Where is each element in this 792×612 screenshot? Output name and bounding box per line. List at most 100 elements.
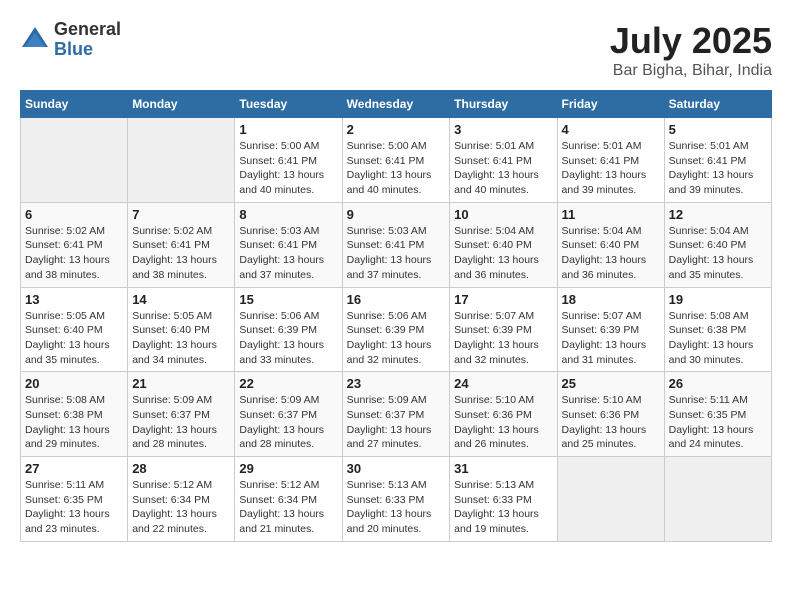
day-number: 10: [454, 207, 552, 222]
week-row-0: 1 Sunrise: 5:00 AMSunset: 6:41 PMDaylight…: [21, 118, 772, 203]
day-info: Sunrise: 5:11 AMSunset: 6:35 PMDaylight:…: [25, 478, 123, 537]
day-info: Sunrise: 5:05 AMSunset: 6:40 PMDaylight:…: [132, 309, 230, 368]
calendar-cell: 7 Sunrise: 5:02 AMSunset: 6:41 PMDaylight…: [128, 202, 235, 287]
day-info: Sunrise: 5:07 AMSunset: 6:39 PMDaylight:…: [454, 309, 552, 368]
header-cell-wednesday: Wednesday: [342, 91, 450, 118]
day-info: Sunrise: 5:12 AMSunset: 6:34 PMDaylight:…: [239, 478, 337, 537]
day-number: 25: [562, 376, 660, 391]
day-number: 14: [132, 292, 230, 307]
header-cell-thursday: Thursday: [450, 91, 557, 118]
day-number: 31: [454, 461, 552, 476]
calendar-cell: 26Sunrise: 5:11 AMSunset: 6:35 PMDayligh…: [664, 372, 771, 457]
day-info: Sunrise: 5:08 AMSunset: 6:38 PMDaylight:…: [25, 393, 123, 452]
calendar-cell: 8 Sunrise: 5:03 AMSunset: 6:41 PMDaylight…: [235, 202, 342, 287]
calendar-cell: 28 Sunrise: 5:12 AMSunset: 6:34 PMDayligh…: [128, 457, 235, 542]
calendar-cell: 6Sunrise: 5:02 AMSunset: 6:41 PMDaylight…: [21, 202, 128, 287]
week-row-4: 27Sunrise: 5:11 AMSunset: 6:35 PMDayligh…: [21, 457, 772, 542]
day-info: Sunrise: 5:04 AMSunset: 6:40 PMDaylight:…: [562, 224, 660, 283]
day-info: Sunrise: 5:01 AMSunset: 6:41 PMDaylight:…: [454, 139, 552, 198]
header-row: SundayMondayTuesdayWednesdayThursdayFrid…: [21, 91, 772, 118]
title-area: July 2025 Bar Bigha, Bihar, India: [610, 20, 772, 80]
day-info: Sunrise: 5:00 AMSunset: 6:41 PMDaylight:…: [347, 139, 446, 198]
calendar-cell: 13Sunrise: 5:05 AMSunset: 6:40 PMDayligh…: [21, 287, 128, 372]
day-info: Sunrise: 5:08 AMSunset: 6:38 PMDaylight:…: [669, 309, 767, 368]
calendar-cell: 17 Sunrise: 5:07 AMSunset: 6:39 PMDayligh…: [450, 287, 557, 372]
logo-icon: [20, 25, 50, 55]
calendar-cell: 15 Sunrise: 5:06 AMSunset: 6:39 PMDayligh…: [235, 287, 342, 372]
day-info: Sunrise: 5:13 AMSunset: 6:33 PMDaylight:…: [454, 478, 552, 537]
header-cell-friday: Friday: [557, 91, 664, 118]
header-cell-tuesday: Tuesday: [235, 91, 342, 118]
calendar-cell: 16Sunrise: 5:06 AMSunset: 6:39 PMDayligh…: [342, 287, 450, 372]
calendar-body: 1 Sunrise: 5:00 AMSunset: 6:41 PMDaylight…: [21, 118, 772, 542]
day-number: 1: [239, 122, 337, 137]
day-number: 19: [669, 292, 767, 307]
day-number: 8: [239, 207, 337, 222]
header-cell-monday: Monday: [128, 91, 235, 118]
calendar-cell: 20 Sunrise: 5:08 AMSunset: 6:38 PMDayligh…: [21, 372, 128, 457]
day-info: Sunrise: 5:00 AMSunset: 6:41 PMDaylight:…: [239, 139, 337, 198]
day-info: Sunrise: 5:10 AMSunset: 6:36 PMDaylight:…: [454, 393, 552, 452]
calendar-cell: 4 Sunrise: 5:01 AMSunset: 6:41 PMDaylight…: [557, 118, 664, 203]
week-row-1: 6Sunrise: 5:02 AMSunset: 6:41 PMDaylight…: [21, 202, 772, 287]
day-number: 9: [347, 207, 446, 222]
day-number: 15: [239, 292, 337, 307]
calendar-cell: 24 Sunrise: 5:10 AMSunset: 6:36 PMDayligh…: [450, 372, 557, 457]
day-number: 16: [347, 292, 446, 307]
calendar-cell: 14 Sunrise: 5:05 AMSunset: 6:40 PMDayligh…: [128, 287, 235, 372]
day-number: 17: [454, 292, 552, 307]
day-info: Sunrise: 5:12 AMSunset: 6:34 PMDaylight:…: [132, 478, 230, 537]
day-number: 21: [132, 376, 230, 391]
day-number: 5: [669, 122, 767, 137]
day-info: Sunrise: 5:04 AMSunset: 6:40 PMDaylight:…: [454, 224, 552, 283]
day-info: Sunrise: 5:13 AMSunset: 6:33 PMDaylight:…: [347, 478, 446, 537]
calendar-table: SundayMondayTuesdayWednesdayThursdayFrid…: [20, 90, 772, 542]
week-row-2: 13 Sunrise: 5:05 AMSunset: 6:40 PMDayligh…: [21, 287, 772, 372]
calendar-cell: 27Sunrise: 5:11 AMSunset: 6:35 PMDayligh…: [21, 457, 128, 542]
day-info: Sunrise: 5:03 AMSunset: 6:41 PMDaylight:…: [239, 224, 337, 283]
day-info: Sunrise: 5:10 AMSunset: 6:36 PMDaylight:…: [562, 393, 660, 452]
day-number: 28: [132, 461, 230, 476]
day-info: Sunrise: 5:09 AMSunset: 6:37 PMDaylight:…: [239, 393, 337, 452]
calendar-cell: 11 Sunrise: 5:04 AMSunset: 6:40 PMDayligh…: [557, 202, 664, 287]
day-number: 30: [347, 461, 446, 476]
day-info: Sunrise: 5:02 AMSunset: 6:41 PMDaylight:…: [132, 224, 230, 283]
calendar-cell: 21 Sunrise: 5:09 AMSunset: 6:37 PMDayligh…: [128, 372, 235, 457]
logo-text: General Blue: [54, 20, 121, 60]
calendar-cell: [664, 457, 771, 542]
calendar-header: SundayMondayTuesdayWednesdayThursdayFrid…: [21, 91, 772, 118]
day-info: Sunrise: 5:06 AMSunset: 6:39 PMDaylight:…: [239, 309, 337, 368]
calendar-cell: 22 Sunrise: 5:09 AMSunset: 6:37 PMDayligh…: [235, 372, 342, 457]
day-number: 20: [25, 376, 123, 391]
day-info: Sunrise: 5:03 AMSunset: 6:41 PMDaylight:…: [347, 224, 446, 283]
logo-general: General: [54, 20, 121, 40]
day-number: 18: [562, 292, 660, 307]
calendar-cell: 10 Sunrise: 5:04 AMSunset: 6:40 PMDayligh…: [450, 202, 557, 287]
calendar-cell: [21, 118, 128, 203]
calendar-cell: 25 Sunrise: 5:10 AMSunset: 6:36 PMDayligh…: [557, 372, 664, 457]
day-number: 4: [562, 122, 660, 137]
day-number: 24: [454, 376, 552, 391]
day-info: Sunrise: 5:07 AMSunset: 6:39 PMDaylight:…: [562, 309, 660, 368]
day-number: 22: [239, 376, 337, 391]
day-info: Sunrise: 5:11 AMSunset: 6:35 PMDaylight:…: [669, 393, 767, 452]
day-info: Sunrise: 5:09 AMSunset: 6:37 PMDaylight:…: [347, 393, 446, 452]
day-number: 7: [132, 207, 230, 222]
week-row-3: 20 Sunrise: 5:08 AMSunset: 6:38 PMDayligh…: [21, 372, 772, 457]
day-number: 3: [454, 122, 552, 137]
calendar-cell: 9 Sunrise: 5:03 AMSunset: 6:41 PMDaylight…: [342, 202, 450, 287]
calendar-cell: 23Sunrise: 5:09 AMSunset: 6:37 PMDayligh…: [342, 372, 450, 457]
day-number: 11: [562, 207, 660, 222]
page-header: General Blue July 2025 Bar Bigha, Bihar,…: [20, 20, 772, 80]
day-info: Sunrise: 5:01 AMSunset: 6:41 PMDaylight:…: [562, 139, 660, 198]
day-number: 2: [347, 122, 446, 137]
calendar-cell: 1 Sunrise: 5:00 AMSunset: 6:41 PMDaylight…: [235, 118, 342, 203]
day-info: Sunrise: 5:02 AMSunset: 6:41 PMDaylight:…: [25, 224, 123, 283]
day-number: 29: [239, 461, 337, 476]
calendar-cell: 19 Sunrise: 5:08 AMSunset: 6:38 PMDayligh…: [664, 287, 771, 372]
calendar-cell: 3 Sunrise: 5:01 AMSunset: 6:41 PMDaylight…: [450, 118, 557, 203]
day-info: Sunrise: 5:09 AMSunset: 6:37 PMDaylight:…: [132, 393, 230, 452]
calendar-cell: 29 Sunrise: 5:12 AMSunset: 6:34 PMDayligh…: [235, 457, 342, 542]
day-number: 13: [25, 292, 123, 307]
calendar-cell: 2 Sunrise: 5:00 AMSunset: 6:41 PMDaylight…: [342, 118, 450, 203]
